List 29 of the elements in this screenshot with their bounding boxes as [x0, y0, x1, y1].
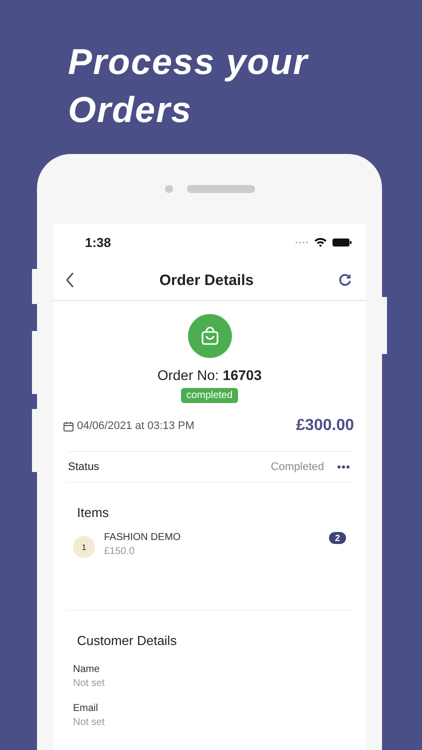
- refresh-button[interactable]: [336, 271, 354, 289]
- calendar-icon: [63, 420, 74, 432]
- item-price: £150.0: [104, 546, 136, 557]
- field-value: Not set: [73, 717, 106, 728]
- speaker-grille: [186, 185, 254, 193]
- quantity-badge: 2: [328, 532, 346, 544]
- section-title: Items: [76, 504, 110, 520]
- status-badge: completed: [181, 388, 238, 403]
- signal-icon: [295, 240, 309, 244]
- section-title: Customer Details: [76, 632, 178, 648]
- field-value: Not set: [73, 678, 106, 689]
- item-number: 1: [73, 536, 95, 558]
- item-name: FASHION DEMO: [104, 532, 182, 543]
- status-time: 1:38: [85, 234, 112, 250]
- battery-icon: [332, 238, 352, 246]
- status-label: Status: [68, 461, 100, 473]
- more-button[interactable]: [335, 463, 352, 471]
- field-label: Name: [73, 664, 101, 675]
- field-label: Email: [73, 703, 100, 714]
- shopping-bag-icon: [188, 314, 232, 358]
- order-total: £300.00: [296, 417, 354, 435]
- headline: Process your Orders: [67, 40, 310, 132]
- camera-dot: [164, 185, 172, 193]
- more-icon: [337, 465, 350, 469]
- status-value: Completed: [270, 461, 324, 473]
- screen-title: Order Details: [159, 272, 254, 288]
- wifi-icon: [314, 237, 327, 247]
- order-date: 04/06/2021 at 03:13 PM: [77, 420, 194, 432]
- order-number: Order No: 16703: [157, 367, 262, 383]
